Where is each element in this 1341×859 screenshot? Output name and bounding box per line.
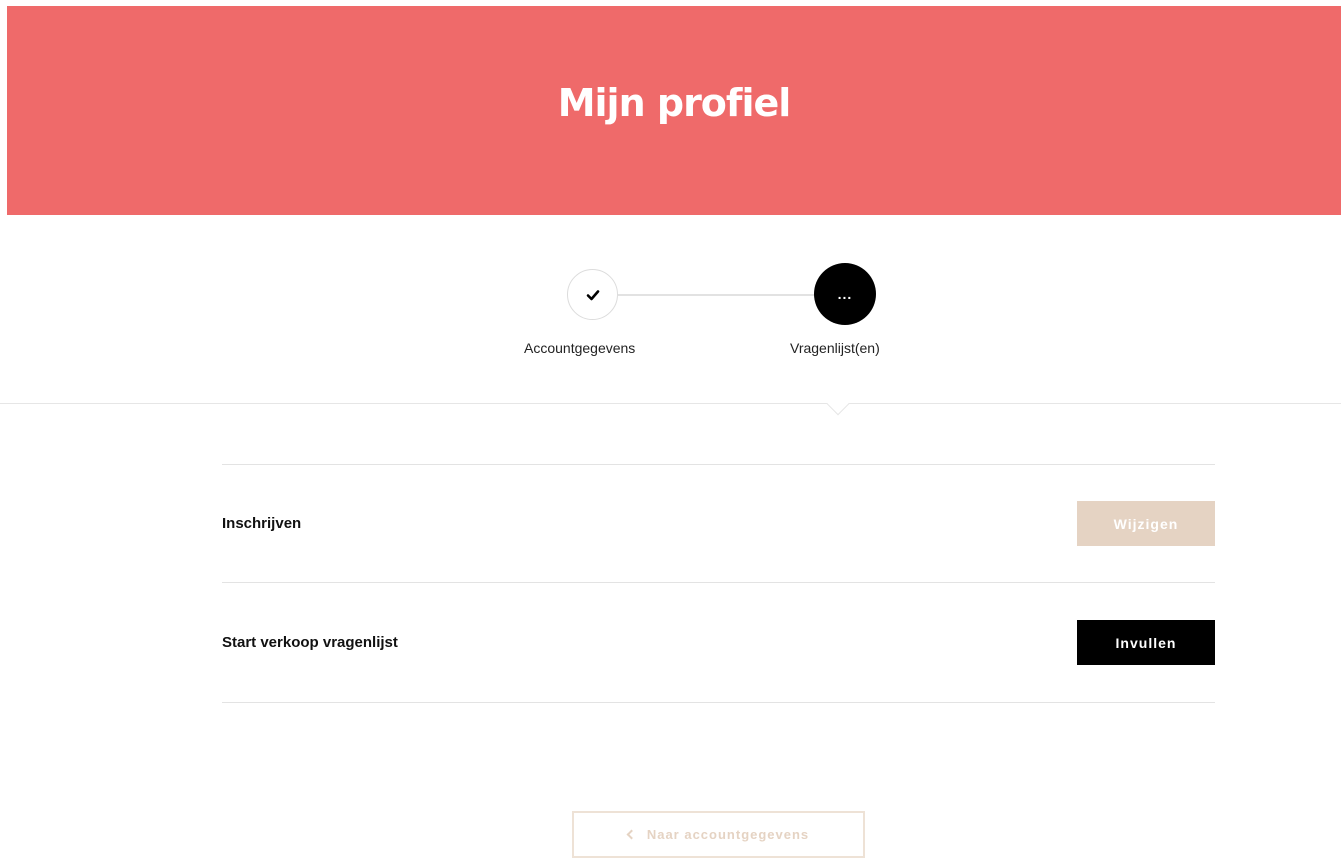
more-icon: ... bbox=[837, 286, 853, 302]
active-step-pointer bbox=[826, 392, 850, 416]
check-icon bbox=[586, 289, 599, 300]
profile-page: Mijn profiel Accountgegevens ... Vragenl… bbox=[0, 0, 1341, 859]
edit-button[interactable]: Wijzigen bbox=[1077, 501, 1215, 546]
fill-in-button[interactable]: Invullen bbox=[1077, 620, 1215, 665]
page-header: Mijn profiel bbox=[7, 6, 1341, 215]
questionnaire-title: Start verkoop vragenlijst bbox=[222, 634, 398, 651]
stepper-connector bbox=[618, 294, 816, 296]
progress-stepper: Accountgegevens ... Vragenlijst(en) bbox=[0, 215, 1341, 416]
questionnaire-title: Inschrijven bbox=[222, 515, 302, 532]
step-questionnaires-circle[interactable]: ... bbox=[814, 263, 876, 325]
back-button-label: Naar accountgegevens bbox=[646, 827, 810, 842]
chevron-left-icon bbox=[626, 829, 637, 840]
step-account-label: Accountgegevens bbox=[524, 340, 636, 356]
list-item: Start verkoop vragenlijst Invullen bbox=[222, 582, 1215, 703]
page-title: Mijn profiel bbox=[557, 80, 792, 125]
step-account-circle[interactable] bbox=[567, 269, 618, 320]
back-to-account-button[interactable]: Naar accountgegevens bbox=[572, 811, 865, 858]
step-questionnaires-label: Vragenlijst(en) bbox=[790, 340, 880, 356]
list-item: Inschrijven Wijzigen bbox=[222, 464, 1215, 582]
questionnaire-list: Inschrijven Wijzigen Start verkoop vrage… bbox=[222, 464, 1215, 703]
